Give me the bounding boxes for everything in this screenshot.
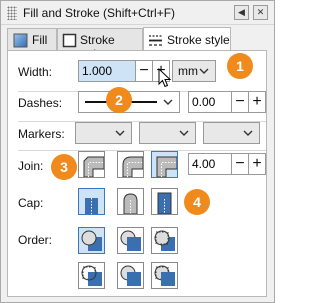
width-input[interactable] xyxy=(78,60,136,82)
square-cap-icon xyxy=(157,192,172,215)
grip-icon[interactable] xyxy=(7,6,17,20)
dashes-label: Dashes: xyxy=(18,96,63,110)
order-stroke-markers-fill-button[interactable] xyxy=(117,262,144,289)
order-stroke-fill-markers-button[interactable] xyxy=(117,227,144,254)
dash-offset-increment-button[interactable]: + xyxy=(248,91,266,113)
width-unit-value: mm xyxy=(178,64,198,78)
bevel-join-icon xyxy=(83,156,105,178)
iconify-button[interactable]: ◀ xyxy=(234,5,249,20)
tab-stroke-style[interactable]: Stroke style xyxy=(143,27,231,51)
butt-cap-icon xyxy=(85,198,98,214)
order-markers-stroke-fill-button[interactable] xyxy=(151,262,178,289)
stroke-fill-markers-icon xyxy=(120,230,141,251)
callout-badge-4: 4 xyxy=(184,189,210,215)
order-fill-stroke-markers-button[interactable] xyxy=(78,227,105,254)
close-button[interactable]: ✕ xyxy=(253,5,268,20)
order-fill-markers-stroke-button[interactable] xyxy=(151,227,178,254)
width-unit-select[interactable]: mm xyxy=(172,60,216,82)
cap-label: Cap: xyxy=(18,196,44,210)
round-join-button[interactable] xyxy=(117,151,144,178)
chevron-down-icon xyxy=(115,130,125,136)
mid-marker-select[interactable] xyxy=(139,122,196,144)
stroke-paint-icon xyxy=(62,33,77,48)
miter-join-icon xyxy=(156,156,178,178)
start-marker-select[interactable] xyxy=(75,122,132,144)
round-cap-icon xyxy=(123,193,138,215)
butt-cap-button[interactable] xyxy=(78,188,105,215)
chevron-down-icon xyxy=(163,99,173,105)
markers-stroke-fill-icon xyxy=(154,265,175,286)
fill-stroke-markers-icon xyxy=(81,230,102,251)
miter-join-button[interactable] xyxy=(151,151,178,178)
round-join-icon xyxy=(122,156,144,178)
end-marker-select[interactable] xyxy=(203,122,260,144)
miter-limit-increment-button[interactable]: + xyxy=(248,153,266,175)
width-label: Width: xyxy=(18,65,53,79)
dash-offset-decrement-button[interactable]: − xyxy=(231,91,249,113)
miter-limit-input[interactable] xyxy=(188,153,232,175)
order-markers-fill-stroke-button[interactable] xyxy=(78,262,105,289)
mouse-cursor-icon xyxy=(158,68,172,88)
tab-stroke-paint[interactable]: Stroke paint xyxy=(57,28,143,61)
markers-label: Markers: xyxy=(18,127,65,141)
stroke-markers-fill-icon xyxy=(120,265,141,286)
markers-fill-stroke-icon xyxy=(81,265,102,286)
fill-icon xyxy=(13,33,28,48)
round-cap-button[interactable] xyxy=(117,188,144,215)
tab-stroke-style-label: Stroke style xyxy=(167,33,230,47)
stroke-style-panel: Width: − + mm Dashes: − + Markers: xyxy=(7,50,267,297)
window-title: Fill and Stroke (Shift+Ctrl+F) xyxy=(23,6,176,20)
title-bar[interactable]: Fill and Stroke (Shift+Ctrl+F) ◀ ✕ xyxy=(1,1,274,25)
tab-fill-label: Fill xyxy=(32,33,48,47)
stroke-style-icon xyxy=(149,35,162,46)
miter-limit-decrement-button[interactable]: − xyxy=(231,153,249,175)
join-label: Join: xyxy=(18,159,44,173)
chevron-down-icon xyxy=(243,130,253,136)
chevron-down-icon xyxy=(199,68,209,74)
callout-badge-3: 3 xyxy=(51,154,77,180)
width-decrement-button[interactable]: − xyxy=(135,60,153,82)
callout-badge-1: 1 xyxy=(227,53,253,79)
fill-and-stroke-dialog: Fill and Stroke (Shift+Ctrl+F) ◀ ✕ Fill … xyxy=(0,0,275,303)
bevel-join-button[interactable] xyxy=(78,151,105,178)
fill-markers-stroke-icon xyxy=(154,230,175,251)
callout-badge-2: 2 xyxy=(106,87,132,113)
square-cap-button[interactable] xyxy=(151,188,178,215)
dash-offset-input[interactable] xyxy=(188,91,232,113)
order-label: Order: xyxy=(18,233,53,247)
chevron-down-icon xyxy=(179,130,189,136)
tab-fill[interactable]: Fill xyxy=(7,28,57,50)
